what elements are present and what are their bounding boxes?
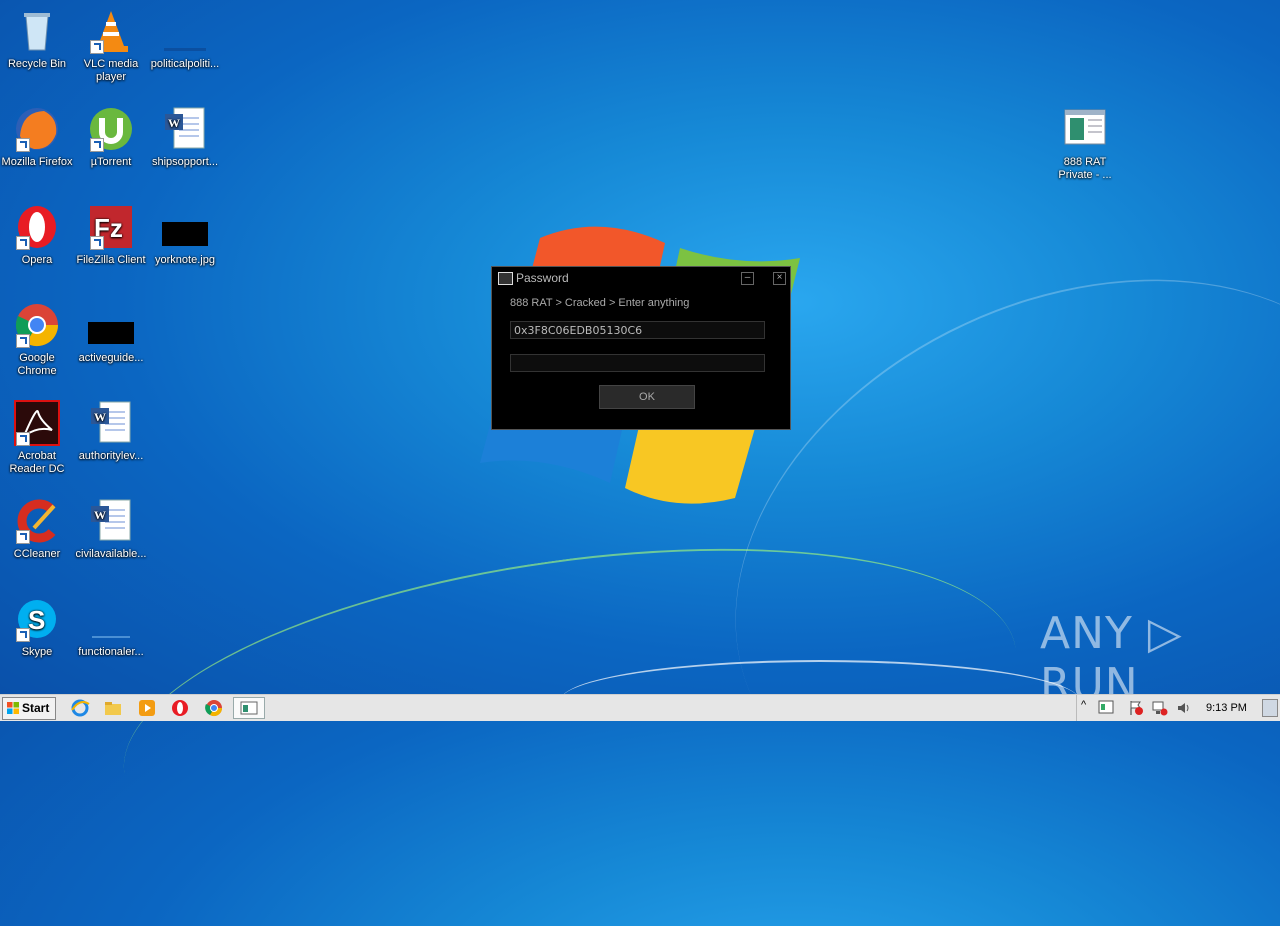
icon-label: Opera [21,254,53,266]
application-window-icon [1062,106,1108,152]
word-document-icon: W [88,400,134,446]
taskbar: Start ^ 9:13 PM [0,694,1280,721]
desktop-icon-activeguide[interactable]: activeguide... [74,302,148,365]
image-file-icon [88,302,134,348]
word-document-icon: W [88,498,134,544]
shortcut-arrow-icon [90,40,104,54]
file-icon [88,596,134,642]
firefox-icon [14,106,60,152]
network-icon[interactable] [1152,700,1168,716]
password-input[interactable] [510,354,765,372]
shortcut-arrow-icon [16,628,30,642]
tray-divider [1076,695,1077,721]
vlc-cone-icon [88,8,134,54]
image-file-icon [162,204,208,250]
shortcut-arrow-icon [90,138,104,152]
icon-label: Recycle Bin [7,58,67,70]
word-document-icon: W [162,106,208,152]
opera-icon [14,204,60,250]
dialog-title: Password [516,271,569,285]
desktop-icon-acrobat[interactable]: Acrobat Reader DC [0,400,74,476]
active-window-taskbar-button[interactable] [233,697,265,719]
icon-label: Acrobat Reader DC [9,450,65,475]
desktop-icon-skype[interactable]: S Skype [0,596,74,659]
icon-label: 888 RAT Private - ... [1058,156,1112,181]
desktop-icon-politicalpoliti[interactable]: politicalpoliti... [148,8,222,71]
icon-label: functionaler... [78,646,144,658]
icon-label: FileZilla Client [76,254,146,266]
desktop-icon-opera[interactable]: Opera [0,204,74,267]
file-icon [162,8,208,54]
flag-alert-icon[interactable] [1128,700,1144,716]
icon-label: Mozilla Firefox [1,156,73,168]
desktop-icon-authoritylev[interactable]: W authoritylev... [74,400,148,463]
shortcut-arrow-icon [16,432,30,446]
chrome-icon [14,302,60,348]
start-button[interactable]: Start [2,697,56,720]
show-hidden-icons-icon[interactable]: ^ [1081,699,1086,711]
desktop-icon-functionaler[interactable]: functionaler... [74,596,148,659]
minimize-button[interactable]: – [741,272,754,285]
key-field[interactable]: 0x3F8C06EDB05130C6 [510,321,765,339]
file-explorer-icon[interactable] [103,698,123,718]
desktop-icon-chrome[interactable]: Google Chrome [0,302,74,378]
desktop-icon-civilavailable[interactable]: W civilavailable... [74,498,148,561]
desktop-icon-utorrent[interactable]: µTorrent [74,106,148,169]
action-center-icon[interactable] [1098,700,1114,714]
volume-icon[interactable] [1176,700,1192,716]
password-dialog: Password – × 888 RAT > Cracked > Enter a… [491,266,791,430]
icon-label: µTorrent [90,156,132,168]
ccleaner-icon [14,498,60,544]
media-player-icon[interactable] [137,698,157,718]
internet-explorer-icon[interactable] [70,698,90,718]
taskbar-clock[interactable]: 9:13 PM [1206,695,1247,721]
svg-text:W: W [168,116,180,130]
icon-label: yorknote.jpg [155,254,215,266]
show-desktop-button[interactable] [1262,699,1278,717]
window-icon [498,272,513,285]
icon-label: civilavailable... [75,548,147,560]
start-label: Start [22,701,50,715]
icon-label: Skype [21,646,53,658]
dialog-breadcrumb: 888 RAT > Cracked > Enter anything [510,297,690,309]
svg-text:W: W [94,410,106,424]
desktop-icon-shipsopport[interactable]: W shipsopport... [148,106,222,169]
icon-label: VLC media player [83,58,139,83]
icon-label: activeguide... [78,352,144,364]
utorrent-icon [88,106,134,152]
icon-label: CCleaner [13,548,61,560]
filezilla-icon: Fz [88,204,134,250]
dialog-titlebar[interactable]: Password – × [492,267,790,289]
ok-button[interactable]: OK [599,385,695,409]
icon-label: Google Chrome [17,352,57,377]
icon-label: shipsopport... [151,156,219,168]
svg-text:S: S [28,605,45,635]
desktop-icon-recycle-bin[interactable]: Recycle Bin [0,8,74,71]
icon-label: authoritylev... [78,450,144,462]
shortcut-arrow-icon [16,138,30,152]
application-window-icon [240,701,258,715]
desktop-icon-yorknote[interactable]: yorknote.jpg [148,204,222,267]
shortcut-arrow-icon [16,334,30,348]
desktop-icon-filezilla[interactable]: Fz FileZilla Client [74,204,148,267]
desktop-icon-888-rat[interactable]: 888 RAT Private - ... [1048,106,1122,182]
svg-text:W: W [94,508,106,522]
desktop-icon-vlc[interactable]: VLC media player [74,8,148,84]
shortcut-arrow-icon [16,530,30,544]
desktop-icon-ccleaner[interactable]: CCleaner [0,498,74,561]
windows-flag-icon [7,702,19,714]
close-button[interactable]: × [773,272,786,285]
skype-icon: S [14,596,60,642]
icon-label: politicalpoliti... [150,58,220,70]
acrobat-icon [14,400,60,446]
chrome-taskbar-icon[interactable] [204,698,224,718]
desktop-icon-firefox[interactable]: Mozilla Firefox [0,106,74,169]
shortcut-arrow-icon [90,236,104,250]
opera-taskbar-icon[interactable] [170,698,190,718]
recycle-bin-icon [14,8,60,54]
shortcut-arrow-icon [16,236,30,250]
